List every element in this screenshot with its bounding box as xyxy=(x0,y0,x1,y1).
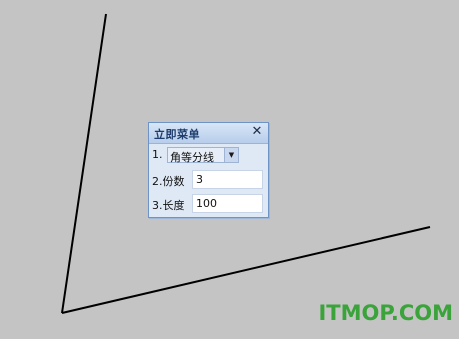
row-label-1: 1. xyxy=(152,148,163,161)
panel-titlebar[interactable]: 立即菜单 ✕ xyxy=(149,123,268,144)
menu-row-method: 1. 角等分线 ▼ xyxy=(149,144,268,168)
panel-title: 立即菜单 xyxy=(154,128,200,141)
count-input[interactable]: 3 xyxy=(192,170,263,189)
watermark-logo: ITMOP.COM xyxy=(318,301,453,325)
menu-row-count: 2.份数 3 xyxy=(149,169,268,193)
angle-line-upper[interactable] xyxy=(61,13,107,314)
immediate-menu-panel: 立即菜单 ✕ 1. 角等分线 ▼ 2.份数 3 3.长度 100 xyxy=(148,122,269,218)
row-label-2: 2.份数 xyxy=(152,175,185,188)
menu-row-length: 3.长度 100 xyxy=(149,193,268,217)
length-input[interactable]: 100 xyxy=(192,194,263,213)
method-dropdown-value: 角等分线 xyxy=(170,151,214,164)
chevron-down-icon[interactable]: ▼ xyxy=(224,148,238,162)
close-icon[interactable]: ✕ xyxy=(250,124,264,140)
method-dropdown[interactable]: 角等分线 ▼ xyxy=(167,147,239,164)
row-label-3: 3.长度 xyxy=(152,199,185,212)
